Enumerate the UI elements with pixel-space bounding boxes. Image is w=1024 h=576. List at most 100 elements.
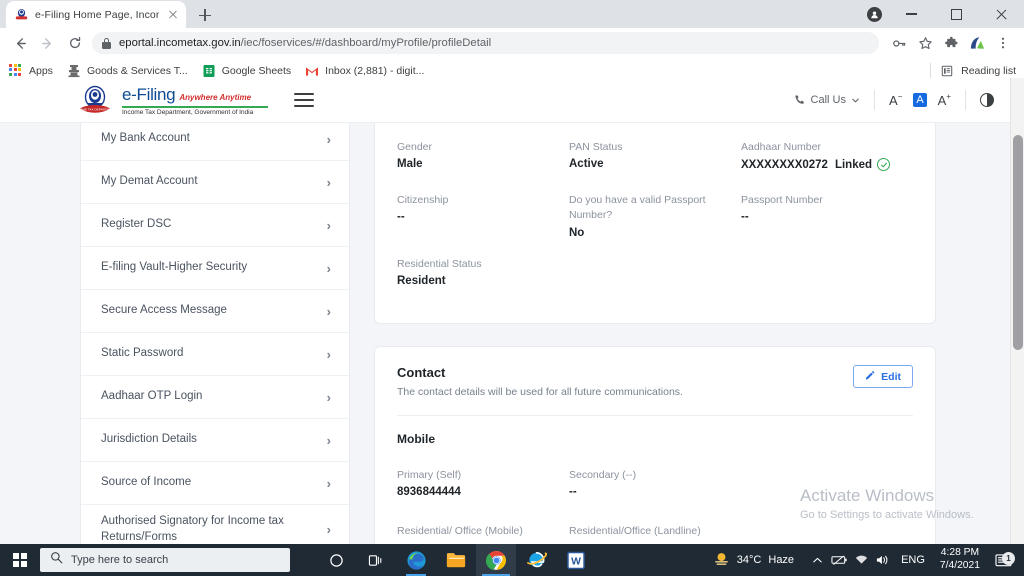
weather-widget[interactable]: 34°C Haze: [713, 550, 806, 570]
gmail-icon: [305, 64, 319, 78]
chevron-right-icon: ›: [326, 432, 331, 448]
cortana-icon[interactable]: [316, 544, 356, 576]
field-label: PAN Status: [569, 141, 623, 153]
page-scrollbar[interactable]: [1010, 78, 1024, 544]
sidebar-item-register-dsc[interactable]: Register DSC ›: [81, 204, 349, 247]
battery-icon[interactable]: [828, 554, 850, 566]
sidebar-item-aadhaar-otp-login[interactable]: Aadhaar OTP Login ›: [81, 376, 349, 419]
edit-label: Edit: [881, 370, 901, 383]
google-chrome-icon[interactable]: [476, 544, 516, 576]
show-hidden-icons-chevron[interactable]: [806, 555, 828, 566]
contact-header: Contact The contact details will be used…: [397, 365, 913, 398]
font-increase-button[interactable]: A+: [938, 92, 951, 107]
address-bar[interactable]: eportal.incometax.gov.in/iec/foservices/…: [92, 32, 879, 54]
chrome-menu-icon[interactable]: [990, 30, 1016, 56]
microsoft-word-icon[interactable]: W: [556, 544, 596, 576]
microsoft-edge-icon[interactable]: [396, 544, 436, 576]
reload-button[interactable]: [62, 31, 87, 56]
call-us-label: Call Us: [810, 94, 846, 106]
field-spacer: [741, 468, 913, 498]
sidebar-item-label: Static Password: [101, 347, 184, 360]
sidebar-item-static-password[interactable]: Static Password ›: [81, 333, 349, 376]
sidebar-item-my-demat-account[interactable]: My Demat Account ›: [81, 161, 349, 204]
windows-taskbar: Type here to search W 34°C Haze ENG 4:28…: [0, 544, 1024, 576]
reading-list-button[interactable]: Reading list: [930, 62, 1016, 79]
window-controls: [859, 0, 1024, 28]
status-badge: Linked: [835, 158, 891, 172]
income-tax-emblem-icon: [15, 8, 28, 21]
field-value: --: [569, 486, 577, 499]
search-input[interactable]: Type here to search: [40, 548, 290, 572]
tab-close-icon[interactable]: [166, 8, 180, 22]
close-icon[interactable]: [979, 0, 1024, 28]
brand-name: e-Filing: [122, 84, 176, 104]
tab-strip: e-Filing Home Page, Income Tax: [0, 0, 1024, 28]
volume-icon[interactable]: [872, 554, 894, 566]
profile-sidebar-menu: My Bank Account › My Demat Account › Reg…: [80, 118, 350, 544]
maximize-icon[interactable]: [934, 0, 979, 28]
bookmark-apps[interactable]: Apps: [9, 63, 53, 78]
tab-title: e-Filing Home Page, Income Tax: [35, 8, 159, 21]
minimize-icon[interactable]: [889, 0, 934, 28]
file-explorer-icon[interactable]: [436, 544, 476, 576]
star-icon[interactable]: [912, 30, 938, 56]
field-residential-office-landline: Residential/Office (Landline) --: [569, 524, 741, 544]
edit-contact-button[interactable]: Edit: [853, 365, 913, 388]
new-tab-button[interactable]: [192, 2, 218, 28]
contact-heading-text: Contact The contact details will be used…: [397, 365, 683, 398]
brand-tagline: Anywhere Anytime: [179, 92, 252, 102]
action-center-icon[interactable]: 1: [988, 551, 1018, 568]
wifi-icon[interactable]: [850, 554, 872, 566]
weather-condition: Haze: [768, 554, 795, 566]
sidebar-item-my-bank-account[interactable]: My Bank Account ›: [81, 118, 349, 161]
apps-grid-icon: [9, 63, 23, 78]
font-normal-button[interactable]: A: [913, 92, 927, 107]
field-value: Active: [569, 158, 604, 171]
extensions-puzzle-icon[interactable]: [938, 30, 964, 56]
key-icon[interactable]: [886, 30, 912, 56]
sidebar-item-secure-access-message[interactable]: Secure Access Message ›: [81, 290, 349, 333]
site-logo[interactable]: INCOME TAX DEPARTMENT e-Filing Anywhere …: [75, 83, 268, 117]
contrast-toggle-icon[interactable]: [980, 93, 994, 107]
font-decrease-button[interactable]: A−: [889, 92, 902, 107]
windows-start-icon[interactable]: [0, 544, 40, 576]
back-button[interactable]: [8, 31, 33, 56]
sidebar-item-label: E-filing Vault-Higher Security: [101, 261, 248, 274]
brand-divider: [122, 105, 268, 108]
sidebar-item-jurisdiction-details[interactable]: Jurisdiction Details ›: [81, 419, 349, 462]
profile-main-content: SHOBHAM CHOPRA 02-May-1993 ARVPC9312K Ge…: [374, 107, 936, 544]
phone-icon: [794, 95, 804, 104]
hamburger-menu-icon[interactable]: [294, 93, 314, 107]
aadhaar-value: XXXXXXXX0272: [741, 158, 828, 171]
sidebar-item-source-of-income[interactable]: Source of Income ›: [81, 462, 349, 505]
chevron-right-icon: ›: [326, 260, 331, 276]
bookmark-gmail[interactable]: Inbox (2,881) - digit...: [305, 64, 424, 78]
forward-button[interactable]: [35, 31, 60, 56]
field-gender: Gender Male: [397, 140, 569, 171]
language-indicator[interactable]: ENG: [894, 554, 932, 566]
scrollbar-thumb[interactable]: [1013, 135, 1023, 350]
avast-icon[interactable]: [964, 30, 990, 56]
lock-icon: [102, 37, 111, 49]
sidebar-item-authorised-signatory[interactable]: Authorised Signatory for Income tax Retu…: [81, 505, 349, 544]
google-sheets-icon: [202, 64, 216, 78]
sidebar-item-label: My Demat Account: [101, 175, 198, 188]
browser-tab[interactable]: e-Filing Home Page, Income Tax: [6, 1, 186, 28]
bookmark-google-sheets[interactable]: Google Sheets: [202, 64, 291, 78]
url-path: /iec/foservices/#/dashboard/myProfile/pr…: [240, 37, 492, 49]
profile-icon[interactable]: [859, 0, 889, 28]
bookmark-gst[interactable]: Goods & Services T...: [67, 64, 188, 78]
sidebar-item-efiling-vault[interactable]: E-filing Vault-Higher Security ›: [81, 247, 349, 290]
task-view-icon[interactable]: [356, 544, 396, 576]
sidebar-item-label: Register DSC: [101, 218, 172, 231]
contact-card: Contact The contact details will be used…: [374, 346, 936, 544]
chevron-right-icon: ›: [326, 131, 331, 147]
sidebar-item-label: Authorised Signatory for Income tax Retu…: [101, 514, 284, 543]
pencil-icon: [865, 370, 875, 383]
internet-explorer-icon[interactable]: [516, 544, 556, 576]
field-value: Male: [397, 158, 423, 171]
call-us-button[interactable]: Call Us: [794, 94, 860, 106]
clock[interactable]: 4:28 PM 7/4/2021: [932, 547, 988, 573]
field-spacer: [741, 524, 913, 544]
sidebar-item-label: Jurisdiction Details: [101, 433, 197, 446]
